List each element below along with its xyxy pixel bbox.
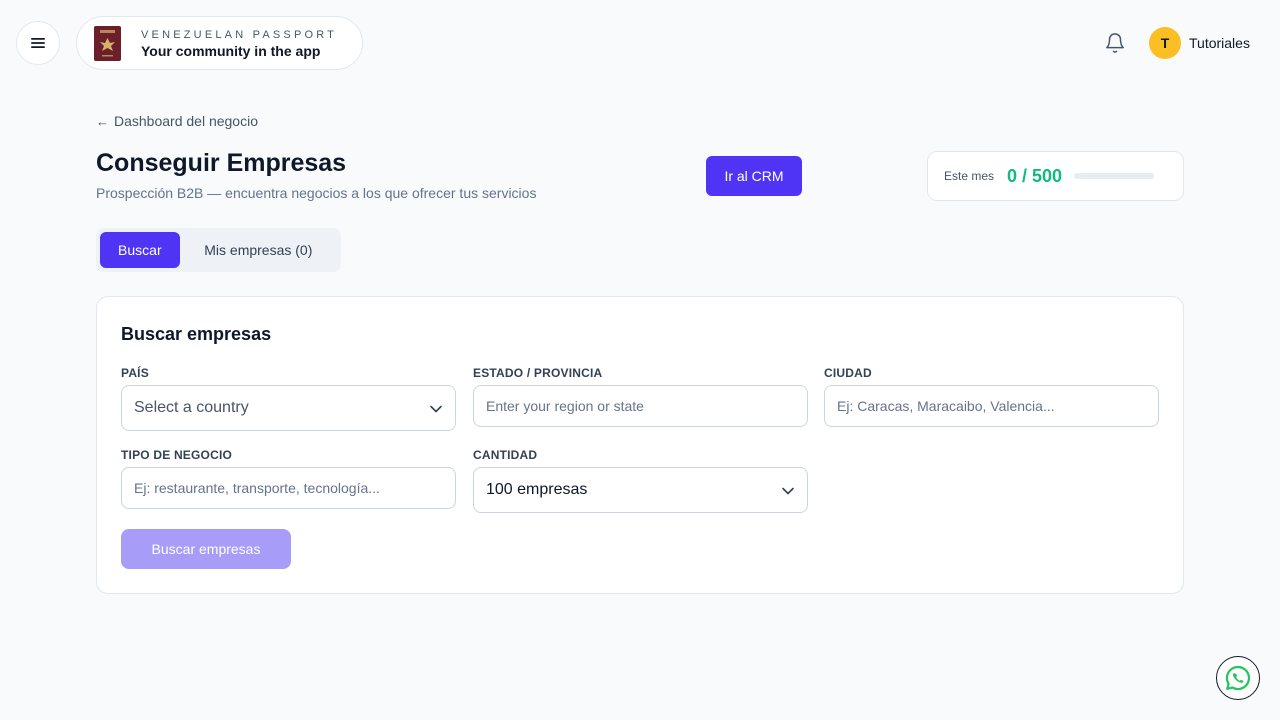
passport-icon xyxy=(94,25,121,61)
back-link-label: Dashboard del negocio xyxy=(114,113,258,129)
city-label: CIUDAD xyxy=(824,366,872,380)
page-subtitle: Prospección B2B — encuentra negocios a l… xyxy=(96,185,537,201)
quota-label: Este mes xyxy=(944,169,995,183)
menu-icon xyxy=(31,38,45,48)
city-input[interactable] xyxy=(824,385,1159,427)
business-type-input[interactable] xyxy=(121,467,456,509)
bell-icon xyxy=(1106,33,1124,53)
page-title: Conseguir Empresas xyxy=(96,149,347,177)
brand-kicker: VENEZUELAN PASSPORT xyxy=(141,28,338,41)
go-to-crm-button[interactable]: Ir al CRM xyxy=(706,156,802,196)
avatar: T xyxy=(1149,27,1181,59)
monthly-quota-card: Este mes 0 / 500 xyxy=(927,151,1184,201)
arrow-left-icon: ← xyxy=(96,113,109,129)
search-companies-button[interactable]: Buscar empresas xyxy=(121,529,291,569)
country-select[interactable]: Select a country xyxy=(121,385,456,431)
back-link[interactable]: ← Dashboard del negocio xyxy=(96,113,258,129)
quota-progress-bar xyxy=(1074,173,1155,179)
chevron-down-icon xyxy=(430,405,442,413)
user-name: Tutoriales xyxy=(1189,35,1250,51)
quantity-select-value: 100 empresas xyxy=(486,481,588,498)
tab-mis-empresas[interactable]: Mis empresas (0) xyxy=(180,232,337,268)
notifications-button[interactable] xyxy=(1104,32,1126,54)
quantity-label: CANTIDAD xyxy=(473,448,538,462)
brand-logo-pill[interactable]: VENEZUELAN PASSPORT Your community in th… xyxy=(76,16,363,70)
quota-value: 0 / 500 xyxy=(1007,165,1063,186)
quantity-select[interactable]: 100 empresas xyxy=(473,467,808,513)
brand-title: Your community in the app xyxy=(141,42,321,59)
menu-button[interactable] xyxy=(16,21,60,65)
card-title: Buscar empresas xyxy=(121,324,272,344)
whatsapp-icon xyxy=(1225,665,1250,691)
chevron-down-icon xyxy=(782,487,794,495)
tab-buscar[interactable]: Buscar xyxy=(100,232,180,268)
state-label: ESTADO / PROVINCIA xyxy=(473,366,603,380)
state-input[interactable] xyxy=(473,385,808,427)
country-label: PAÍS xyxy=(121,366,149,380)
user-menu[interactable]: T Tutoriales xyxy=(1149,27,1250,59)
country-select-value: Select a country xyxy=(134,399,249,416)
business-type-label: TIPO DE NEGOCIO xyxy=(121,448,233,462)
tab-bar: Buscar Mis empresas (0) xyxy=(96,228,341,272)
whatsapp-chat-button[interactable] xyxy=(1216,656,1260,700)
search-companies-card: Buscar empresas PAÍS Select a country ES… xyxy=(96,296,1184,594)
